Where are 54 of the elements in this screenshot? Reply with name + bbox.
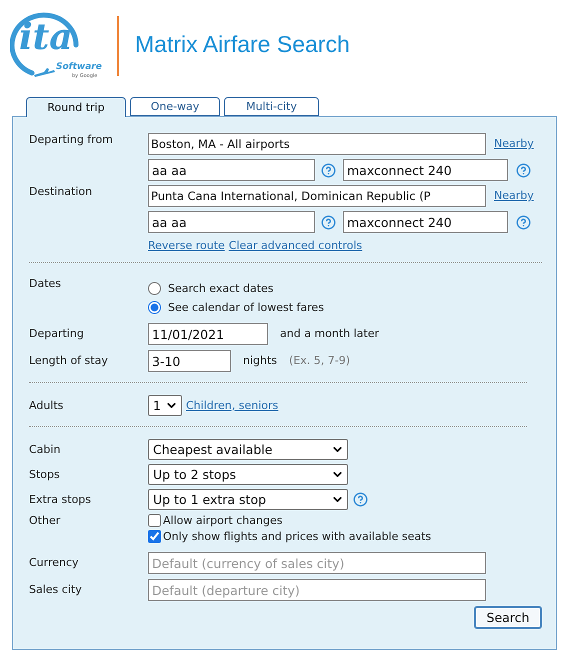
option-label: Allow airport changes	[163, 514, 282, 528]
help-icon[interactable]	[321, 162, 336, 178]
radio-button[interactable]	[148, 301, 161, 314]
date-field[interactable]: 11/01/2021	[148, 323, 268, 345]
link[interactable]: Nearby	[494, 137, 534, 151]
field-label: Currency	[29, 556, 79, 570]
extension-field[interactable]: maxconnect 240	[343, 211, 508, 233]
dropdown[interactable]: 1	[148, 395, 182, 416]
page-title: Matrix Airfare Search	[135, 30, 350, 59]
airport-field[interactable]: Punta Cana International, Dominican Republic (P	[148, 185, 486, 207]
tab[interactable]: Multi-city	[224, 97, 319, 116]
link[interactable]: Nearby	[494, 189, 534, 203]
unit-label: nights	[243, 354, 278, 368]
field-label: Extra stops	[29, 492, 92, 506]
link[interactable]: Children, seniors	[186, 398, 278, 412]
field-label: Adults	[29, 398, 64, 412]
link[interactable]: Reverse route	[148, 239, 225, 253]
tab[interactable]: One-way	[130, 97, 220, 116]
field-label: Other	[29, 514, 60, 529]
dropdown[interactable]: Up to 2 stops	[148, 464, 348, 485]
help-icon[interactable]	[353, 492, 368, 507]
field-label: Departing from	[29, 133, 113, 148]
sales-city-field[interactable]: Default (departure city)	[148, 579, 486, 601]
radio-button[interactable]	[148, 282, 161, 295]
help-icon[interactable]	[321, 214, 336, 230]
field-label: Sales city	[29, 583, 82, 597]
logo-subtitle: Software	[56, 62, 102, 72]
field-label: Stops	[29, 468, 60, 482]
checkbox[interactable]	[148, 530, 161, 543]
currency-field[interactable]: Default (currency of sales city)	[148, 552, 486, 574]
help-icon[interactable]	[516, 162, 531, 178]
search-button[interactable]: Search	[474, 606, 542, 629]
field-label: Cabin	[29, 442, 60, 456]
routing-field[interactable]: aa aa	[148, 159, 315, 181]
option-label: Only show flights and prices with available seats	[163, 530, 432, 544]
stay-field[interactable]: 3-10	[148, 350, 231, 372]
link[interactable]: Clear advanced controls	[228, 239, 362, 253]
hint-text: (Ex. 5, 7-9)	[289, 354, 350, 368]
dropdown[interactable]: Cheapest available	[148, 439, 348, 460]
checkbox[interactable]	[148, 514, 161, 527]
date-range-note: and a month later	[280, 327, 380, 341]
field-label: Length of stay	[29, 354, 108, 368]
logo-wordmark: ita	[19, 17, 73, 57]
dropdown[interactable]: Up to 1 extra stop	[148, 489, 348, 510]
extension-field[interactable]: maxconnect 240	[343, 159, 508, 181]
airport-field[interactable]: Boston, MA - All airports	[148, 133, 486, 155]
field-label: Dates	[29, 277, 62, 292]
routing-field[interactable]: aa aa	[148, 211, 315, 233]
field-label: Destination	[29, 185, 92, 200]
tab[interactable]: Round trip	[26, 97, 126, 117]
help-icon[interactable]	[516, 214, 531, 230]
option-label: Search exact dates	[168, 282, 274, 296]
option-label: See calendar of lowest fares	[168, 300, 324, 314]
field-label: Departing	[29, 327, 84, 341]
